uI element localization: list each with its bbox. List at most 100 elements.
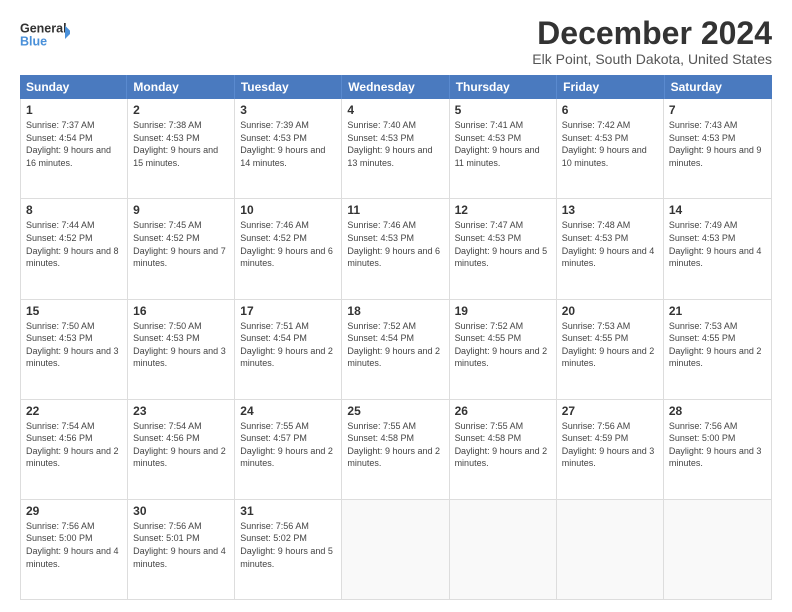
cal-cell: 24 Sunrise: 7:55 AM Sunset: 4:57 PM Dayl… bbox=[235, 400, 342, 499]
sunrise-text: Sunrise: 7:38 AM bbox=[133, 119, 229, 132]
sunset-text: Sunset: 4:53 PM bbox=[347, 132, 443, 145]
week-row-2: 8 Sunrise: 7:44 AM Sunset: 4:52 PM Dayli… bbox=[21, 199, 771, 299]
cell-info: Sunrise: 7:52 AM Sunset: 4:55 PM Dayligh… bbox=[455, 320, 551, 370]
week-row-5: 29 Sunrise: 7:56 AM Sunset: 5:00 PM Dayl… bbox=[21, 500, 771, 599]
cal-cell: 30 Sunrise: 7:56 AM Sunset: 5:01 PM Dayl… bbox=[128, 500, 235, 599]
sunrise-text: Sunrise: 7:48 AM bbox=[562, 219, 658, 232]
sunset-text: Sunset: 4:58 PM bbox=[455, 432, 551, 445]
week-row-4: 22 Sunrise: 7:54 AM Sunset: 4:56 PM Dayl… bbox=[21, 400, 771, 500]
daylight-text: Daylight: 9 hours and 3 minutes. bbox=[669, 445, 766, 470]
sunset-text: Sunset: 4:53 PM bbox=[133, 132, 229, 145]
cal-cell: 9 Sunrise: 7:45 AM Sunset: 4:52 PM Dayli… bbox=[128, 199, 235, 298]
daylight-text: Daylight: 9 hours and 6 minutes. bbox=[240, 245, 336, 270]
cal-cell: 5 Sunrise: 7:41 AM Sunset: 4:53 PM Dayli… bbox=[450, 99, 557, 198]
sunrise-text: Sunrise: 7:55 AM bbox=[347, 420, 443, 433]
day-number: 10 bbox=[240, 203, 336, 217]
daylight-text: Daylight: 9 hours and 2 minutes. bbox=[26, 445, 122, 470]
header-day-tuesday: Tuesday bbox=[235, 75, 342, 99]
header-day-friday: Friday bbox=[557, 75, 664, 99]
daylight-text: Daylight: 9 hours and 2 minutes. bbox=[669, 345, 766, 370]
cell-info: Sunrise: 7:37 AM Sunset: 4:54 PM Dayligh… bbox=[26, 119, 122, 169]
cal-cell: 13 Sunrise: 7:48 AM Sunset: 4:53 PM Dayl… bbox=[557, 199, 664, 298]
cell-info: Sunrise: 7:56 AM Sunset: 5:00 PM Dayligh… bbox=[26, 520, 122, 570]
cal-cell: 6 Sunrise: 7:42 AM Sunset: 4:53 PM Dayli… bbox=[557, 99, 664, 198]
sunrise-text: Sunrise: 7:53 AM bbox=[669, 320, 766, 333]
cell-info: Sunrise: 7:48 AM Sunset: 4:53 PM Dayligh… bbox=[562, 219, 658, 269]
day-number: 25 bbox=[347, 404, 443, 418]
sunrise-text: Sunrise: 7:54 AM bbox=[26, 420, 122, 433]
day-number: 2 bbox=[133, 103, 229, 117]
cell-info: Sunrise: 7:41 AM Sunset: 4:53 PM Dayligh… bbox=[455, 119, 551, 169]
sunset-text: Sunset: 4:57 PM bbox=[240, 432, 336, 445]
cell-info: Sunrise: 7:50 AM Sunset: 4:53 PM Dayligh… bbox=[26, 320, 122, 370]
cal-cell: 11 Sunrise: 7:46 AM Sunset: 4:53 PM Dayl… bbox=[342, 199, 449, 298]
cal-cell: 25 Sunrise: 7:55 AM Sunset: 4:58 PM Dayl… bbox=[342, 400, 449, 499]
daylight-text: Daylight: 9 hours and 4 minutes. bbox=[669, 245, 766, 270]
cal-cell: 7 Sunrise: 7:43 AM Sunset: 4:53 PM Dayli… bbox=[664, 99, 771, 198]
title-block: December 2024 Elk Point, South Dakota, U… bbox=[532, 16, 772, 67]
header-day-saturday: Saturday bbox=[665, 75, 772, 99]
cell-info: Sunrise: 7:47 AM Sunset: 4:53 PM Dayligh… bbox=[455, 219, 551, 269]
day-number: 8 bbox=[26, 203, 122, 217]
calendar-body: 1 Sunrise: 7:37 AM Sunset: 4:54 PM Dayli… bbox=[20, 99, 772, 600]
daylight-text: Daylight: 9 hours and 5 minutes. bbox=[240, 545, 336, 570]
day-number: 3 bbox=[240, 103, 336, 117]
sunset-text: Sunset: 4:54 PM bbox=[240, 332, 336, 345]
cal-cell: 31 Sunrise: 7:56 AM Sunset: 5:02 PM Dayl… bbox=[235, 500, 342, 599]
page: General Blue December 2024 Elk Point, So… bbox=[0, 0, 792, 612]
day-number: 12 bbox=[455, 203, 551, 217]
sunset-text: Sunset: 4:52 PM bbox=[133, 232, 229, 245]
day-number: 19 bbox=[455, 304, 551, 318]
cal-cell: 27 Sunrise: 7:56 AM Sunset: 4:59 PM Dayl… bbox=[557, 400, 664, 499]
sunrise-text: Sunrise: 7:47 AM bbox=[455, 219, 551, 232]
sunrise-text: Sunrise: 7:56 AM bbox=[26, 520, 122, 533]
day-number: 7 bbox=[669, 103, 766, 117]
daylight-text: Daylight: 9 hours and 13 minutes. bbox=[347, 144, 443, 169]
day-number: 26 bbox=[455, 404, 551, 418]
sunrise-text: Sunrise: 7:55 AM bbox=[455, 420, 551, 433]
day-number: 20 bbox=[562, 304, 658, 318]
cal-cell: 23 Sunrise: 7:54 AM Sunset: 4:56 PM Dayl… bbox=[128, 400, 235, 499]
day-number: 24 bbox=[240, 404, 336, 418]
cell-info: Sunrise: 7:43 AM Sunset: 4:53 PM Dayligh… bbox=[669, 119, 766, 169]
cal-cell: 19 Sunrise: 7:52 AM Sunset: 4:55 PM Dayl… bbox=[450, 300, 557, 399]
sunrise-text: Sunrise: 7:37 AM bbox=[26, 119, 122, 132]
daylight-text: Daylight: 9 hours and 2 minutes. bbox=[455, 345, 551, 370]
header: General Blue December 2024 Elk Point, So… bbox=[20, 16, 772, 67]
logo: General Blue bbox=[20, 16, 70, 52]
daylight-text: Daylight: 9 hours and 6 minutes. bbox=[347, 245, 443, 270]
cal-cell bbox=[557, 500, 664, 599]
cell-info: Sunrise: 7:56 AM Sunset: 4:59 PM Dayligh… bbox=[562, 420, 658, 470]
cell-info: Sunrise: 7:46 AM Sunset: 4:53 PM Dayligh… bbox=[347, 219, 443, 269]
sunset-text: Sunset: 4:56 PM bbox=[26, 432, 122, 445]
day-number: 23 bbox=[133, 404, 229, 418]
day-number: 16 bbox=[133, 304, 229, 318]
sunset-text: Sunset: 4:52 PM bbox=[240, 232, 336, 245]
sunset-text: Sunset: 5:00 PM bbox=[669, 432, 766, 445]
cell-info: Sunrise: 7:54 AM Sunset: 4:56 PM Dayligh… bbox=[133, 420, 229, 470]
cell-info: Sunrise: 7:54 AM Sunset: 4:56 PM Dayligh… bbox=[26, 420, 122, 470]
cell-info: Sunrise: 7:49 AM Sunset: 4:53 PM Dayligh… bbox=[669, 219, 766, 269]
cell-info: Sunrise: 7:56 AM Sunset: 5:00 PM Dayligh… bbox=[669, 420, 766, 470]
cell-info: Sunrise: 7:55 AM Sunset: 4:57 PM Dayligh… bbox=[240, 420, 336, 470]
sunset-text: Sunset: 4:53 PM bbox=[562, 232, 658, 245]
day-number: 11 bbox=[347, 203, 443, 217]
day-number: 30 bbox=[133, 504, 229, 518]
cal-cell: 10 Sunrise: 7:46 AM Sunset: 4:52 PM Dayl… bbox=[235, 199, 342, 298]
cell-info: Sunrise: 7:52 AM Sunset: 4:54 PM Dayligh… bbox=[347, 320, 443, 370]
sunset-text: Sunset: 5:02 PM bbox=[240, 532, 336, 545]
sunset-text: Sunset: 4:54 PM bbox=[26, 132, 122, 145]
sunrise-text: Sunrise: 7:51 AM bbox=[240, 320, 336, 333]
sunset-text: Sunset: 4:53 PM bbox=[562, 132, 658, 145]
cal-cell: 17 Sunrise: 7:51 AM Sunset: 4:54 PM Dayl… bbox=[235, 300, 342, 399]
logo-svg: General Blue bbox=[20, 16, 70, 52]
daylight-text: Daylight: 9 hours and 16 minutes. bbox=[26, 144, 122, 169]
sunrise-text: Sunrise: 7:39 AM bbox=[240, 119, 336, 132]
day-number: 15 bbox=[26, 304, 122, 318]
svg-text:Blue: Blue bbox=[20, 35, 47, 49]
sunset-text: Sunset: 4:54 PM bbox=[347, 332, 443, 345]
sunset-text: Sunset: 5:01 PM bbox=[133, 532, 229, 545]
cell-info: Sunrise: 7:40 AM Sunset: 4:53 PM Dayligh… bbox=[347, 119, 443, 169]
sunrise-text: Sunrise: 7:43 AM bbox=[669, 119, 766, 132]
day-number: 18 bbox=[347, 304, 443, 318]
